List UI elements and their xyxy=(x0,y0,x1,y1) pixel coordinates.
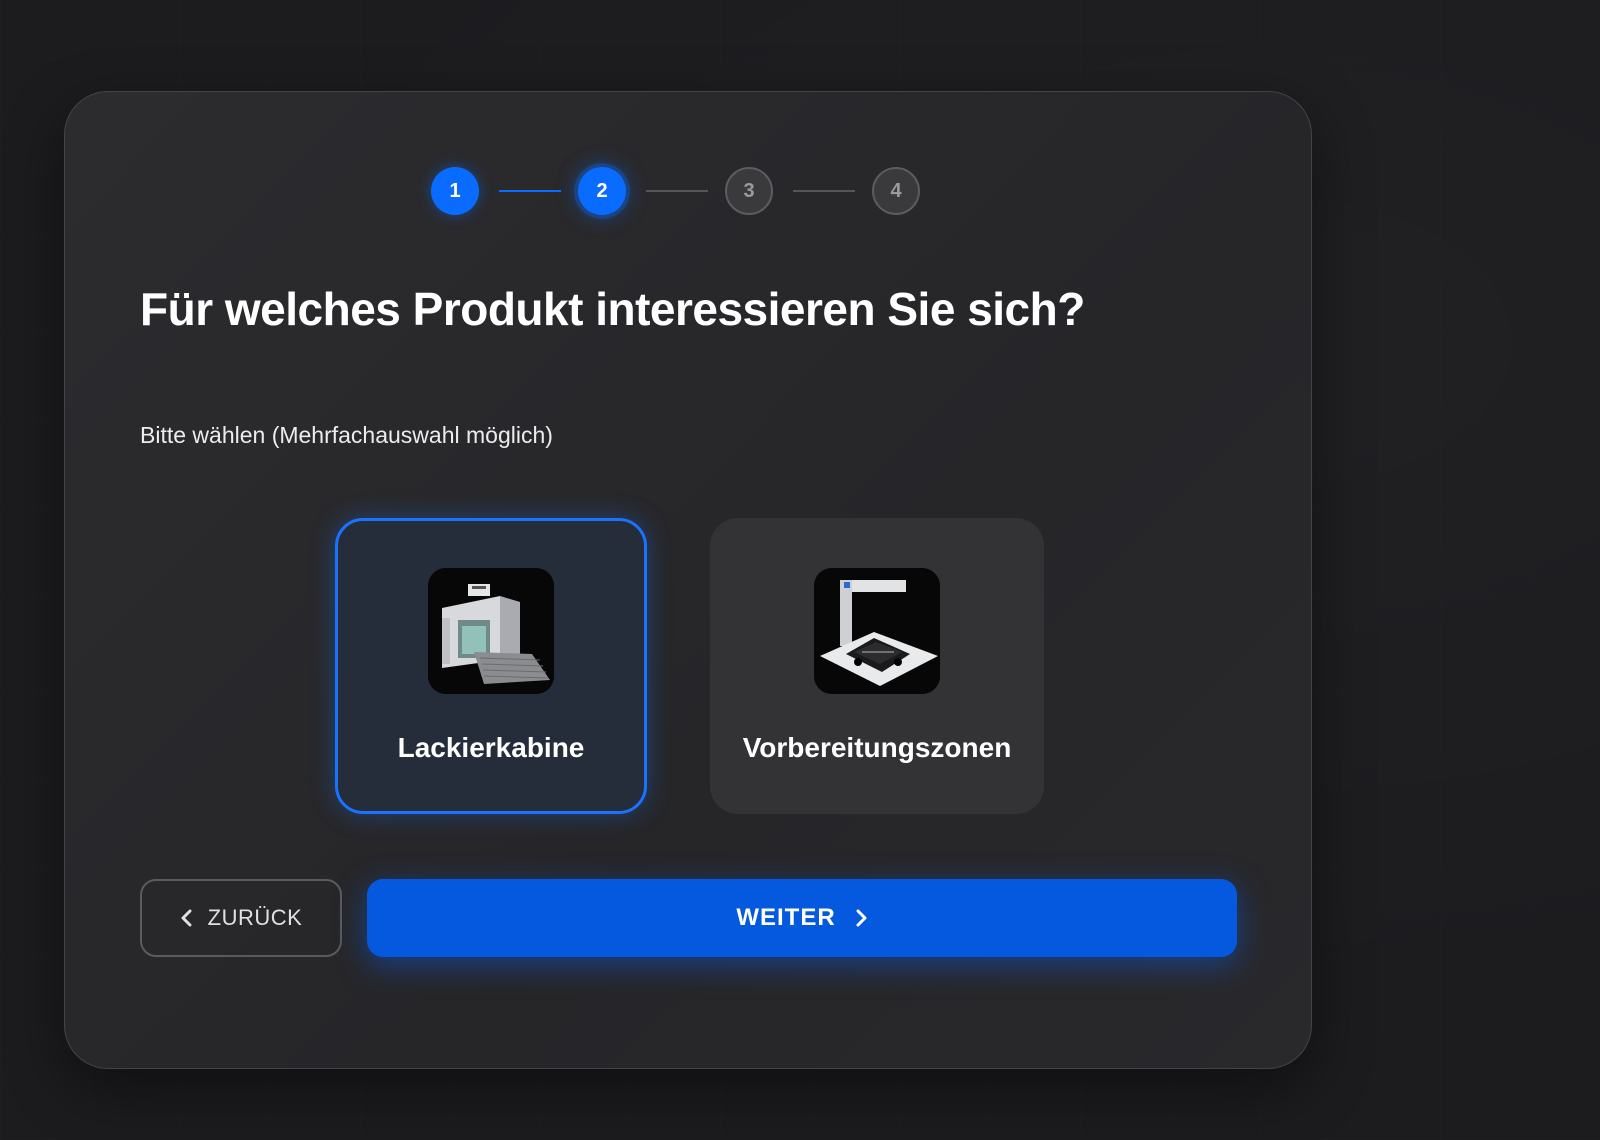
option-label: Vorbereitungszonen xyxy=(742,732,1012,763)
step-2-indicator[interactable]: 2 xyxy=(578,167,626,215)
back-button-label: ZURÜCK xyxy=(207,905,303,930)
progress-stepper: 1 2 3 4 xyxy=(65,167,1311,217)
preparation-zone-illustration xyxy=(814,568,940,694)
option-label: Lackierkabine xyxy=(397,732,585,763)
step-connector xyxy=(793,190,855,192)
next-button[interactable]: WEITER xyxy=(367,879,1237,957)
paint-booth-image xyxy=(428,568,554,694)
preparation-zone-image xyxy=(814,568,940,694)
back-button[interactable]: ZURÜCK xyxy=(140,879,342,957)
option-vorbereitungszonen[interactable]: Vorbereitungszonen xyxy=(710,518,1044,814)
chevron-right-icon xyxy=(854,908,868,928)
chevron-left-icon xyxy=(180,908,194,928)
step-1-indicator[interactable]: 1 xyxy=(431,167,479,215)
step-connector xyxy=(499,190,561,192)
option-lackierkabine[interactable]: Lackierkabine xyxy=(335,518,647,814)
wizard-card: 1 2 3 4 Für welches Produkt interessiere… xyxy=(64,91,1312,1069)
page-title: Für welches Produkt interessieren Sie si… xyxy=(140,283,1085,335)
step-4-indicator[interactable]: 4 xyxy=(872,167,920,215)
selection-hint: Bitte wählen (Mehrfachauswahl möglich) xyxy=(140,422,553,448)
step-3-indicator[interactable]: 3 xyxy=(725,167,773,215)
paint-booth-illustration xyxy=(428,568,554,694)
step-connector xyxy=(646,190,708,192)
next-button-label: WEITER xyxy=(736,904,836,931)
